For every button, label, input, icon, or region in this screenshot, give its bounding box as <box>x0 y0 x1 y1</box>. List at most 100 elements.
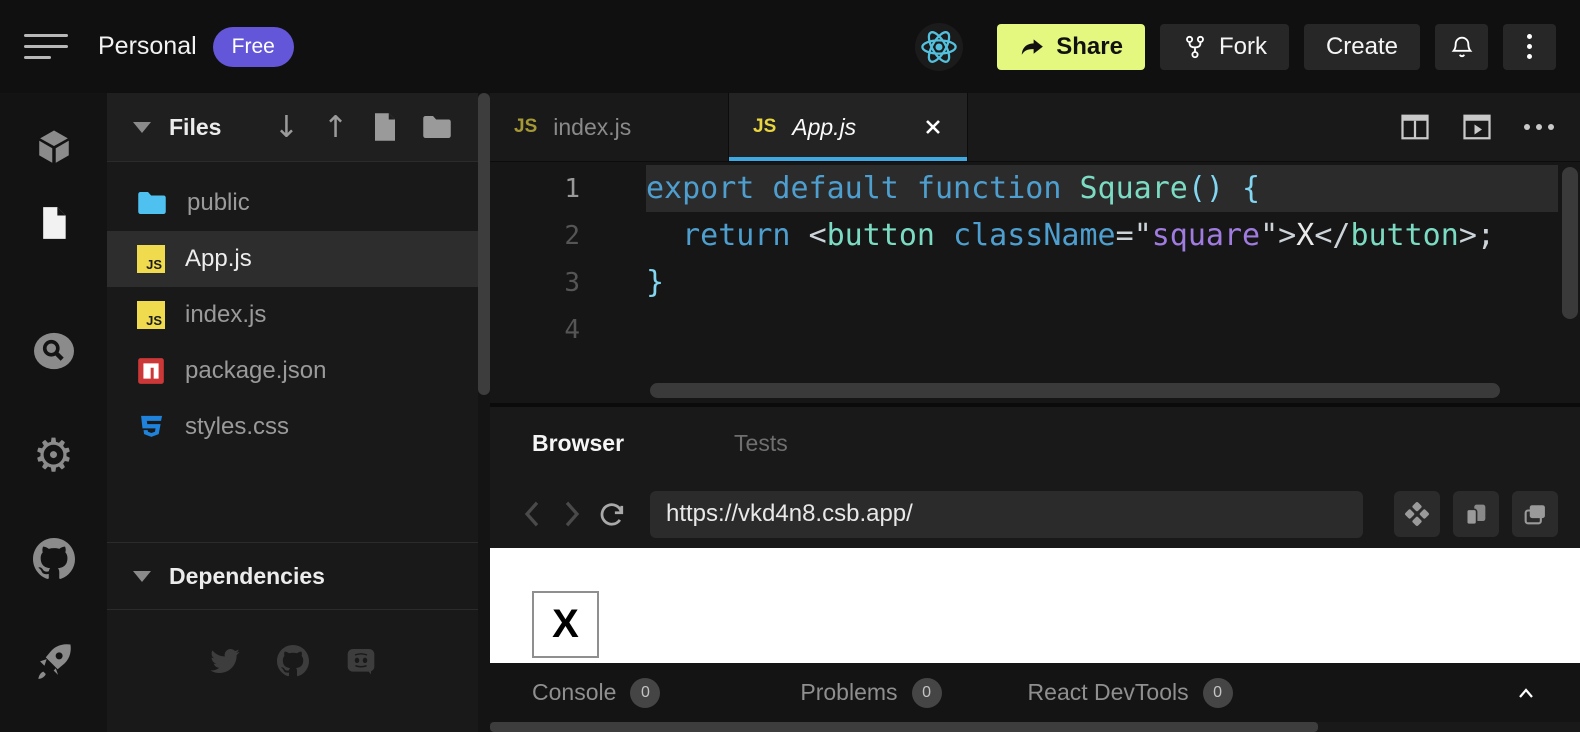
line-number: 1 <box>490 174 590 204</box>
js-badge: JS <box>753 116 776 138</box>
line-number: 3 <box>490 268 590 298</box>
right-panel: JS index.js JS App.js <box>490 93 1580 732</box>
close-tab-icon[interactable] <box>923 117 943 137</box>
console-tab[interactable]: Console 0 <box>532 678 660 708</box>
react-devtools-tab[interactable]: React DevTools 0 <box>1028 678 1233 708</box>
chevron-down-icon[interactable] <box>133 122 151 133</box>
notifications-button[interactable] <box>1435 24 1488 70</box>
search-icon[interactable] <box>30 327 78 375</box>
preview-tabbar: Browser Tests <box>490 403 1580 480</box>
js-file-icon: JS <box>137 301 165 329</box>
code-line[interactable]: 1 export default function Square() { <box>490 165 1580 212</box>
explorer-scrollbar[interactable] <box>478 93 490 732</box>
code-editor[interactable]: 1 export default function Square() { 2 r… <box>490 162 1580 403</box>
fork-label: Fork <box>1219 33 1267 61</box>
responsive-icon <box>1462 500 1490 528</box>
file-row-index-js[interactable]: JS index.js <box>107 287 478 343</box>
twitter-icon[interactable] <box>209 645 241 677</box>
download-icon[interactable]: ↓ <box>274 110 299 145</box>
file-row-package-json[interactable]: package.json <box>107 343 478 399</box>
url-input[interactable] <box>650 491 1363 538</box>
tab-label: index.js <box>553 114 631 141</box>
scrollbar-thumb[interactable] <box>490 722 1318 732</box>
scrollbar-thumb[interactable] <box>478 93 490 395</box>
square-game-button[interactable]: X <box>532 591 599 658</box>
file-row-styles-css[interactable]: styles.css <box>107 399 478 455</box>
file-row-app-js[interactable]: JS App.js <box>107 231 478 287</box>
css-file-icon <box>137 413 165 441</box>
workspace-name[interactable]: Personal <box>98 32 197 61</box>
browser-preview: X <box>490 548 1580 663</box>
code-line[interactable]: 3 } <box>490 259 1580 306</box>
gear-icon[interactable]: ⚙ <box>30 431 78 479</box>
forward-icon[interactable] <box>552 494 592 534</box>
back-icon[interactable] <box>512 494 552 534</box>
open-window-icon <box>1521 500 1549 528</box>
sandbox-cube-icon[interactable] <box>30 123 78 171</box>
fork-icon <box>1182 34 1208 60</box>
folder-icon <box>137 190 167 216</box>
preview-icon[interactable] <box>1462 113 1492 141</box>
code-line[interactable]: 2 return <button className="square">X</b… <box>490 212 1580 259</box>
open-window-button[interactable] <box>1512 491 1558 537</box>
react-logo-icon <box>915 23 963 71</box>
responsive-preview-button[interactable] <box>1453 491 1499 537</box>
fork-button[interactable]: Fork <box>1160 24 1289 70</box>
rocket-icon[interactable] <box>30 637 78 685</box>
devtools-button[interactable] <box>1394 491 1440 537</box>
code-line[interactable]: 4 <box>490 306 1580 353</box>
kebab-menu-icon <box>1527 34 1532 59</box>
new-folder-icon[interactable] <box>422 114 452 140</box>
console-count-badge: 0 <box>630 678 660 708</box>
bell-icon <box>1448 33 1476 61</box>
react-devtools-label: React DevTools <box>1028 679 1189 706</box>
problems-tab[interactable]: Problems 0 <box>800 678 941 708</box>
dependencies-title: Dependencies <box>169 563 325 590</box>
line-number: 4 <box>490 315 590 345</box>
refresh-icon[interactable] <box>592 494 632 534</box>
share-label: Share <box>1056 33 1123 61</box>
chevron-up-icon[interactable] <box>1514 683 1538 703</box>
tab-index-js[interactable]: JS index.js <box>490 93 729 161</box>
browser-toolbar <box>490 480 1580 548</box>
devtools-bar: Console 0 Problems 0 React DevTools 0 <box>490 663 1580 722</box>
file-name: package.json <box>185 357 326 385</box>
split-view-icon[interactable] <box>1400 113 1430 141</box>
dependencies-section-header[interactable]: Dependencies <box>107 542 478 610</box>
tab-app-js[interactable]: JS App.js <box>729 93 968 161</box>
editor-horizontal-scrollbar[interactable] <box>650 383 1500 398</box>
file-list: public JS App.js JS index.js package.jso… <box>107 162 478 455</box>
file-explorer-icon[interactable] <box>30 199 78 247</box>
bottom-scrollbar[interactable] <box>490 722 1580 732</box>
file-explorer-panel: Files ↓ ↑ public JS App.js <box>107 93 478 732</box>
tab-tests[interactable]: Tests <box>734 430 788 457</box>
tab-label: App.js <box>792 114 856 141</box>
share-button[interactable]: Share <box>997 24 1145 70</box>
file-name: index.js <box>185 301 266 329</box>
create-label: Create <box>1326 33 1398 61</box>
file-row-public[interactable]: public <box>107 175 478 231</box>
line-number: 2 <box>490 221 590 251</box>
js-file-icon: JS <box>137 245 165 273</box>
file-name: App.js <box>185 245 252 273</box>
new-file-icon[interactable] <box>372 112 398 142</box>
social-links <box>107 645 478 677</box>
files-section-header[interactable]: Files ↓ ↑ <box>107 93 478 162</box>
file-name: styles.css <box>185 413 289 441</box>
editor-vertical-scrollbar[interactable] <box>1562 167 1578 319</box>
top-header: Personal Free Share Fork Create <box>0 0 1580 93</box>
tab-browser[interactable]: Browser <box>532 430 624 457</box>
github-icon[interactable] <box>277 645 309 677</box>
npm-file-icon <box>137 357 165 385</box>
file-name: public <box>187 189 250 217</box>
create-button[interactable]: Create <box>1304 24 1420 70</box>
plan-badge: Free <box>213 27 294 67</box>
chevron-down-icon[interactable] <box>133 571 151 582</box>
discord-icon[interactable] <box>345 645 377 677</box>
more-menu-button[interactable] <box>1503 24 1556 70</box>
more-icon[interactable] <box>1524 124 1554 130</box>
github-icon[interactable] <box>30 535 78 583</box>
upload-icon[interactable]: ↑ <box>323 110 348 145</box>
editor-tabbar: JS index.js JS App.js <box>490 93 1580 162</box>
menu-icon[interactable] <box>24 34 70 59</box>
